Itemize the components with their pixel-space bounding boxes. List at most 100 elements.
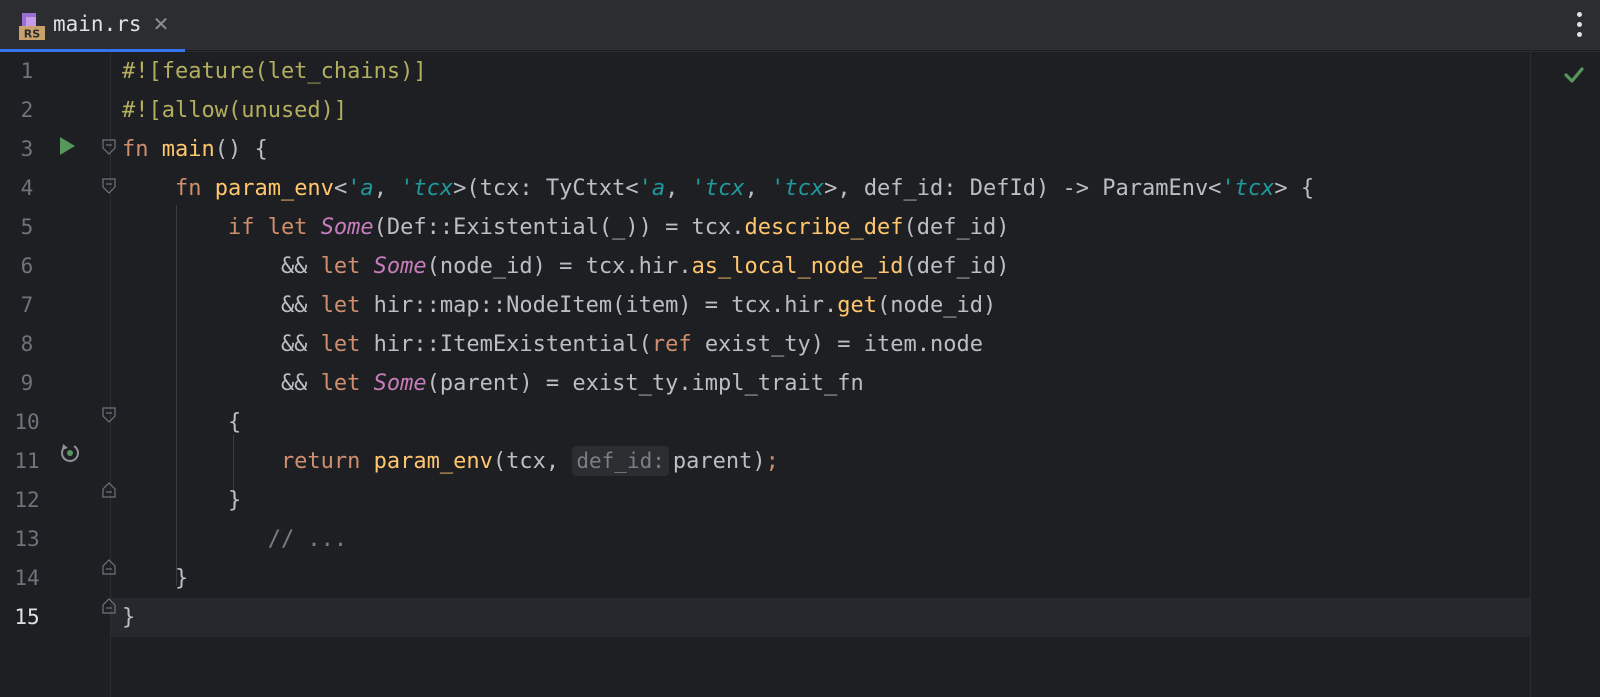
code-token: &&: [122, 371, 321, 396]
right-margin-divider: [1530, 52, 1531, 697]
close-icon[interactable]: ✕: [150, 13, 172, 35]
code-token: // ...: [122, 527, 348, 552]
checkmark-icon[interactable]: [1563, 64, 1585, 86]
code-token: {: [122, 410, 242, 435]
code-token: (tcx,: [492, 449, 573, 474]
tab-label: main.rs: [53, 12, 142, 36]
more-options-icon[interactable]: [1572, 10, 1588, 40]
code-token: hir::ItemExistential(: [373, 332, 652, 357]
code-token: let: [320, 254, 374, 279]
code-line: fn main() {: [122, 130, 268, 169]
code-token: (def_id): [903, 215, 1010, 240]
code-line: fn param_env<'a, 'tcx>(tcx: TyCtxt<'a, '…: [122, 169, 1314, 208]
current-line-highlight: [0, 598, 1530, 637]
tab-main-rs[interactable]: RS main.rs ✕: [0, 0, 185, 52]
code-token: (parent) = exist_ty.impl_trait_fn: [426, 371, 864, 396]
line-number[interactable]: 9: [12, 364, 42, 403]
gutter: 1 2 3 4 5 6 7 8 9 10 11 12 13 14 15: [0, 52, 110, 697]
code-line: #![allow(unused)]: [122, 91, 347, 130]
code-line: #![feature(let_chains)]: [122, 52, 427, 91]
code-token: fn: [122, 137, 162, 162]
code-token: as_local_node_id: [691, 254, 904, 279]
code-token: () {: [214, 137, 268, 162]
run-icon[interactable]: [58, 136, 76, 156]
line-number[interactable]: 12: [12, 481, 42, 520]
code-token: }: [122, 566, 189, 591]
code-token: let: [320, 371, 374, 396]
code-token: ref: [651, 332, 705, 357]
code-editor[interactable]: 1 2 3 4 5 6 7 8 9 10 11 12 13 14 15 #![feature(let_cha…: [0, 52, 1600, 697]
code-line: && let hir::ItemExistential(ref exist_ty…: [122, 325, 983, 364]
file-icon-label: RS: [24, 28, 40, 41]
code-token: <: [333, 176, 348, 201]
code-token: describe_def: [744, 215, 904, 240]
parameter-hint: def_id:: [572, 446, 669, 476]
code-line: }: [122, 598, 135, 637]
fold-open-icon[interactable]: [102, 178, 116, 194]
code-token: >, def_id: DefId) -> ParamEnv<: [824, 176, 1222, 201]
line-number[interactable]: 7: [12, 286, 42, 325]
code-line: && let Some(parent) = exist_ty.impl_trai…: [122, 364, 864, 403]
code-token: #![feature(let_chains)]: [122, 59, 427, 84]
line-number[interactable]: 15: [12, 598, 42, 637]
code-token: let: [320, 332, 374, 357]
code-token: ,: [373, 176, 401, 201]
code-token: Some: [320, 215, 374, 240]
code-line: return param_env(tcx, def_id: parent);: [122, 442, 779, 481]
code-token: 'tcx: [400, 176, 454, 201]
code-token: param_env: [373, 449, 493, 474]
code-token: let: [320, 293, 374, 318]
code-line: }: [122, 559, 188, 598]
code-token: (node_id): [877, 293, 997, 318]
recursive-call-icon[interactable]: [59, 442, 81, 464]
code-token: &&: [122, 332, 321, 357]
code-token: ,: [744, 176, 772, 201]
code-token: Some: [373, 254, 427, 279]
code-line: {: [122, 403, 241, 442]
fold-close-icon[interactable]: [102, 559, 116, 575]
fold-open-icon[interactable]: [102, 139, 116, 155]
code-token: param_env: [214, 176, 334, 201]
code-token: 'tcx: [1221, 176, 1275, 201]
line-number[interactable]: 2: [12, 91, 42, 130]
code-token: (node_id) = tcx.hir.: [426, 254, 692, 279]
code-token: ,: [665, 176, 692, 201]
line-number[interactable]: 3: [12, 130, 42, 169]
code-token: return: [122, 449, 374, 474]
code-token: > {: [1274, 176, 1315, 201]
code-token: 'tcx: [771, 176, 825, 201]
line-number[interactable]: 14: [12, 559, 42, 598]
fold-close-icon[interactable]: [102, 598, 116, 614]
line-number[interactable]: 13: [12, 520, 42, 559]
line-number[interactable]: 1: [12, 52, 42, 91]
line-number[interactable]: 11: [12, 442, 42, 481]
code-token: hir::map::NodeItem(item) = tcx.hir.: [373, 293, 838, 318]
code-token: if let: [122, 215, 321, 240]
code-token: #![allow(unused)]: [122, 98, 348, 123]
code-token: exist_ty) = item.node: [704, 332, 983, 357]
code-token: (Def::Existential(_)) = tcx.: [373, 215, 745, 240]
code-line: // ...: [122, 520, 347, 559]
code-token: 'tcx: [691, 176, 745, 201]
code-token: ;: [765, 449, 779, 474]
code-token: (def_id): [903, 254, 1010, 279]
line-number[interactable]: 6: [12, 247, 42, 286]
fold-close-icon[interactable]: [102, 482, 116, 498]
code-token: >(tcx: TyCtxt<: [453, 176, 639, 201]
code-line: if let Some(Def::Existential(_)) = tcx.d…: [122, 208, 1010, 247]
editor-tab-bar: RS main.rs ✕: [0, 0, 1600, 52]
code-token: fn: [122, 176, 215, 201]
code-token: main: [161, 137, 215, 162]
code-token: get: [837, 293, 878, 318]
line-number[interactable]: 10: [12, 403, 42, 442]
code-line: && let hir::map::NodeItem(item) = tcx.hi…: [122, 286, 996, 325]
line-number[interactable]: 8: [12, 325, 42, 364]
line-number[interactable]: 5: [12, 208, 42, 247]
code-token: parent): [672, 449, 766, 474]
code-token: &&: [122, 254, 321, 279]
line-number[interactable]: 4: [12, 169, 42, 208]
code-token: &&: [122, 293, 321, 318]
code-token: 'a: [638, 176, 666, 201]
fold-open-icon[interactable]: [102, 407, 116, 423]
code-line: && let Some(node_id) = tcx.hir.as_local_…: [122, 247, 1010, 286]
